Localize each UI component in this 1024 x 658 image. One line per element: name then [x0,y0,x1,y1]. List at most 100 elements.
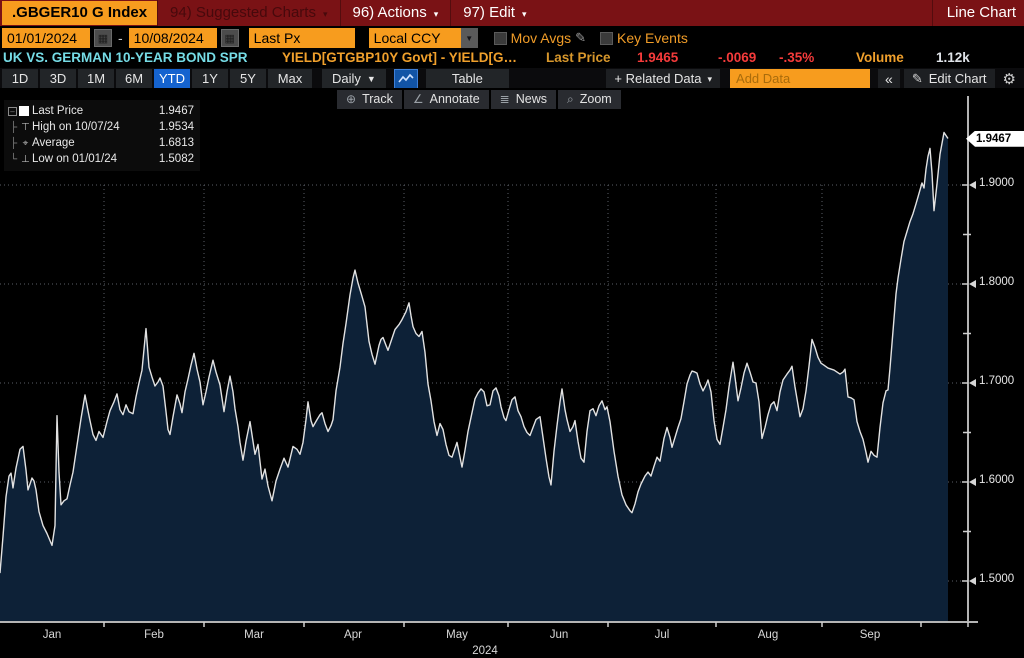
legend-item-label: Average [32,137,159,149]
tab-6m[interactable]: 6M [116,69,152,89]
period-dropdown[interactable]: Daily ▼ [322,69,386,89]
legend-row[interactable]: ├⌖Average1.6813 [8,135,194,151]
table-button[interactable]: Table [426,69,509,89]
chevron-down-icon[interactable]: ▼ [461,28,478,48]
collapse-button[interactable]: « [878,69,900,89]
track-button[interactable]: ⊕ Track [337,90,402,109]
add-data-input[interactable]: Add Data [730,69,870,89]
average-marker-icon: ⌖ [19,138,32,149]
legend-row[interactable]: ├⊤High on 10/07/241.9534 [8,119,194,135]
legend-collapse-icon[interactable]: – [8,107,17,116]
magnifier-icon: ⌕ [567,90,574,109]
line-chart-icon-button[interactable] [394,69,418,89]
menu-edit-label: 97) Edit [463,0,515,26]
x-axis-month-label: May [446,629,468,641]
tab-max[interactable]: Max [268,69,312,89]
chart-toolbar: ⊕ Track ∠ Annotate ≣ News ⌕ Zoom [337,90,621,109]
y-axis-tick-label: 1.6000 [979,474,1024,486]
chevron-down-icon: ▾ [522,1,527,27]
annotate-button[interactable]: ∠ Annotate [404,90,489,109]
menu-actions[interactable]: 96) Actions ▾ [340,0,451,26]
last-price-tag: 1.9467 [966,131,1024,147]
related-data-button[interactable]: + Related Data ▾ [606,69,720,89]
ticker-field[interactable]: .GBGER10 G Index [2,1,157,25]
menu-suggested-charts[interactable]: 94) Suggested Charts ▾ [157,0,339,26]
legend-row[interactable]: └⊥Low on 01/01/241.5082 [8,151,194,167]
mov-avgs-label: Mov Avgs [511,30,571,46]
chevron-down-icon: ▼ [367,69,376,89]
chevron-down-icon: ▾ [434,1,439,27]
legend-item-value: 1.9467 [159,105,194,117]
legend-item-label: Low on 01/01/24 [32,153,159,165]
tab-1d[interactable]: 1D [2,69,38,89]
gear-icon[interactable]: ⚙ [997,70,1022,88]
y-axis-tick-label: 1.9000 [979,177,1024,189]
volume-label: Volume [856,50,904,65]
calendar-icon[interactable]: ▦ [94,29,112,47]
chart-legend: – Last Price1.9467 ├⊤High on 10/07/241.953… [4,100,200,171]
top-menu-bar: .GBGER10 G Index 94) Suggested Charts ▾ … [0,0,1024,26]
zoom-label: Zoom [580,90,612,109]
pencil-icon[interactable]: ✎ [575,30,586,46]
news-icon: ≣ [500,90,510,109]
series-color-swatch [19,106,29,116]
last-price-label: Last Price [546,50,611,65]
x-axis-month-label: Jan [43,629,62,641]
controls-row: 01/01/2024 ▦ - 10/08/2024 ▦ Last Px Loca… [0,26,1024,50]
tab-1m[interactable]: 1M [78,69,114,89]
news-button[interactable]: ≣ News [491,90,556,109]
related-data-label: + Related Data [614,69,701,89]
legend-item-label: Last Price [32,105,159,117]
chevron-down-icon: ▾ [323,1,328,27]
tab-1y[interactable]: 1Y [192,69,228,89]
legend-item-value: 1.6813 [159,137,194,149]
x-axis-month-label: Jun [550,629,569,641]
edit-chart-button[interactable]: ✎ Edit Chart [904,69,995,89]
price-change-value: -.0069 [718,50,756,65]
legend-item-value: 1.9534 [159,121,194,133]
tab-strip: 1D 3D 1M 6M YTD 1Y 5Y Max Daily ▼ Table … [0,68,1024,90]
tab-3d[interactable]: 3D [40,69,76,89]
date-from-input[interactable]: 01/01/2024 [2,28,90,48]
mov-avgs-checkbox[interactable] [494,32,507,45]
currency-select[interactable]: Local CCY ▼ [369,28,478,48]
currency-value: Local CCY [369,28,461,48]
zoom-button[interactable]: ⌕ Zoom [558,90,621,109]
last-price-value: 1.9465 [637,50,678,65]
track-icon: ⊕ [346,90,356,109]
legend-row[interactable]: – Last Price1.9467 [8,103,194,119]
legend-item-label: High on 10/07/24 [32,121,159,133]
calendar-icon[interactable]: ▦ [221,29,239,47]
key-events-checkbox[interactable] [600,32,613,45]
x-axis-month-label: Feb [144,629,164,641]
y-axis-tick-label: 1.5000 [979,573,1024,585]
chart-area[interactable]: ⊕ Track ∠ Annotate ≣ News ⌕ Zoom – Last P… [0,88,1024,658]
y-axis-tick-label: 1.8000 [979,276,1024,288]
line-chart-icon [398,73,414,85]
security-row: UK VS. GERMAN 10-YEAR BOND SPR YIELD[GTG… [0,50,1024,68]
legend-tree-line: └ [8,154,19,165]
menu-edit[interactable]: 97) Edit ▾ [450,0,538,26]
price-change-percent: -.35% [779,50,814,65]
period-value: Daily [332,69,361,89]
volume-value: 1.12k [936,50,970,65]
key-events-label: Key Events [617,30,688,46]
news-label: News [516,90,547,109]
edit-chart-label: Edit Chart [929,69,987,89]
menu-actions-label: 96) Actions [353,0,427,26]
x-axis-month-label: Sep [860,629,880,641]
price-chart-plot[interactable] [0,88,1024,658]
track-label: Track [362,90,393,109]
y-axis-tick-label: 1.7000 [979,375,1024,387]
security-formula: YIELD[GTGBP10Y Govt] - YIELD[G… [282,50,517,65]
security-title: UK VS. GERMAN 10-YEAR BOND SPR [3,50,248,65]
price-field-input[interactable]: Last Px [249,28,355,48]
date-to-input[interactable]: 10/08/2024 [129,28,217,48]
tab-ytd[interactable]: YTD [154,69,190,89]
tab-5y[interactable]: 5Y [230,69,266,89]
date-range-dash: - [116,30,125,46]
x-axis-month-label: Apr [344,629,362,641]
legend-tree-line: ├ [8,138,19,149]
x-axis-month-label: Aug [758,629,778,641]
chevron-down-icon: ▾ [708,69,713,89]
